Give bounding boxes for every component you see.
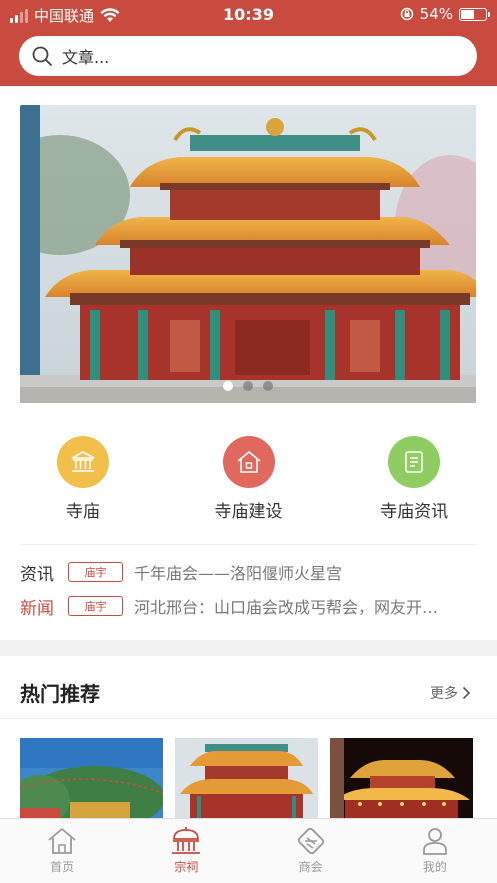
carousel-dot[interactable] bbox=[243, 381, 253, 391]
news-title: 河北邢台：山口庙会改成丐帮会，网友开… bbox=[134, 598, 439, 617]
tab-ancestral-hall[interactable]: 宗祠 bbox=[124, 819, 248, 883]
temple-building-icon bbox=[71, 451, 95, 472]
recommend-image bbox=[330, 738, 473, 818]
tab-label: 我的 bbox=[422, 860, 447, 874]
tab-chamber[interactable]: 商会 bbox=[249, 819, 373, 883]
recommend-card[interactable] bbox=[175, 738, 318, 818]
battery-percent: 54% bbox=[419, 5, 453, 23]
section-title: 热门推荐 bbox=[20, 682, 100, 706]
recommend-image bbox=[175, 738, 318, 818]
banner-image bbox=[20, 105, 476, 403]
tab-home[interactable]: 首页 bbox=[0, 819, 124, 883]
category-temple-construction[interactable]: 寺庙建设 bbox=[166, 436, 332, 526]
news-type-label: 新闻 bbox=[20, 598, 54, 619]
home-icon bbox=[48, 828, 76, 854]
status-right: 54% bbox=[400, 5, 490, 23]
category-icon-bg bbox=[56, 436, 109, 488]
hot-recommend-section: 热门推荐 更多 bbox=[0, 656, 497, 818]
category-label: 寺庙资讯 bbox=[380, 502, 449, 522]
handshake-icon bbox=[297, 827, 324, 855]
search-bar[interactable]: 文章... bbox=[19, 36, 477, 76]
divider bbox=[20, 544, 477, 545]
document-icon bbox=[405, 451, 423, 473]
carousel-dot[interactable] bbox=[263, 381, 273, 391]
search-icon bbox=[32, 46, 52, 66]
news-tag-badge: 庙宇 bbox=[68, 596, 123, 616]
category-label: 寺庙 bbox=[65, 502, 100, 522]
bottom-tab-bar: 首页 宗祠 商会 我的 bbox=[0, 818, 497, 883]
battery-icon bbox=[459, 7, 490, 21]
ancestral-hall-icon bbox=[172, 827, 201, 854]
category-temple[interactable]: 寺庙 bbox=[0, 436, 166, 526]
battery-level bbox=[461, 9, 474, 19]
house-icon bbox=[236, 451, 261, 473]
news-tag-badge: 庙宇 bbox=[68, 562, 123, 582]
tab-label: 首页 bbox=[50, 860, 75, 874]
divider bbox=[0, 718, 497, 719]
carousel-dot[interactable] bbox=[223, 381, 233, 391]
recommend-image bbox=[20, 738, 163, 818]
more-label: 更多 bbox=[430, 686, 458, 702]
chevron-right-icon bbox=[462, 686, 471, 700]
category-icon-bg bbox=[388, 436, 441, 488]
category-temple-news[interactable]: 寺庙资讯 bbox=[331, 436, 497, 526]
home-content: 寺庙 寺庙建设 寺庙资讯 资讯 庙宇 千年庙会——洛阳偃师火星宫 新闻 庙宇 河… bbox=[0, 86, 497, 640]
tab-label: 宗祠 bbox=[174, 860, 199, 874]
banner-carousel[interactable] bbox=[20, 105, 476, 403]
more-link[interactable]: 更多 bbox=[430, 683, 471, 703]
recommend-card[interactable] bbox=[20, 738, 163, 818]
news-title: 千年庙会——洛阳偃师火星宫 bbox=[134, 564, 343, 583]
rotation-lock-icon bbox=[400, 7, 413, 21]
tab-label: 商会 bbox=[298, 860, 323, 874]
category-grid: 寺庙 寺庙建设 寺庙资讯 bbox=[0, 436, 497, 526]
tab-profile[interactable]: 我的 bbox=[373, 819, 497, 883]
category-label: 寺庙建设 bbox=[214, 502, 283, 522]
news-type-label: 资讯 bbox=[20, 564, 54, 585]
status-bar: 中国联通 10:39 54% bbox=[0, 0, 497, 30]
search-input[interactable]: 文章... bbox=[62, 44, 109, 68]
user-icon bbox=[422, 828, 447, 855]
category-icon-bg bbox=[222, 436, 275, 488]
news-item[interactable]: 新闻 庙宇 河北邢台：山口庙会改成丐帮会，网友开… bbox=[20, 594, 477, 619]
news-item[interactable]: 资讯 庙宇 千年庙会——洛阳偃师火星宫 bbox=[20, 560, 477, 585]
top-header: 中国联通 10:39 54% 文章... bbox=[0, 0, 497, 86]
carousel-indicator bbox=[20, 381, 476, 391]
recommend-card[interactable] bbox=[330, 738, 473, 818]
